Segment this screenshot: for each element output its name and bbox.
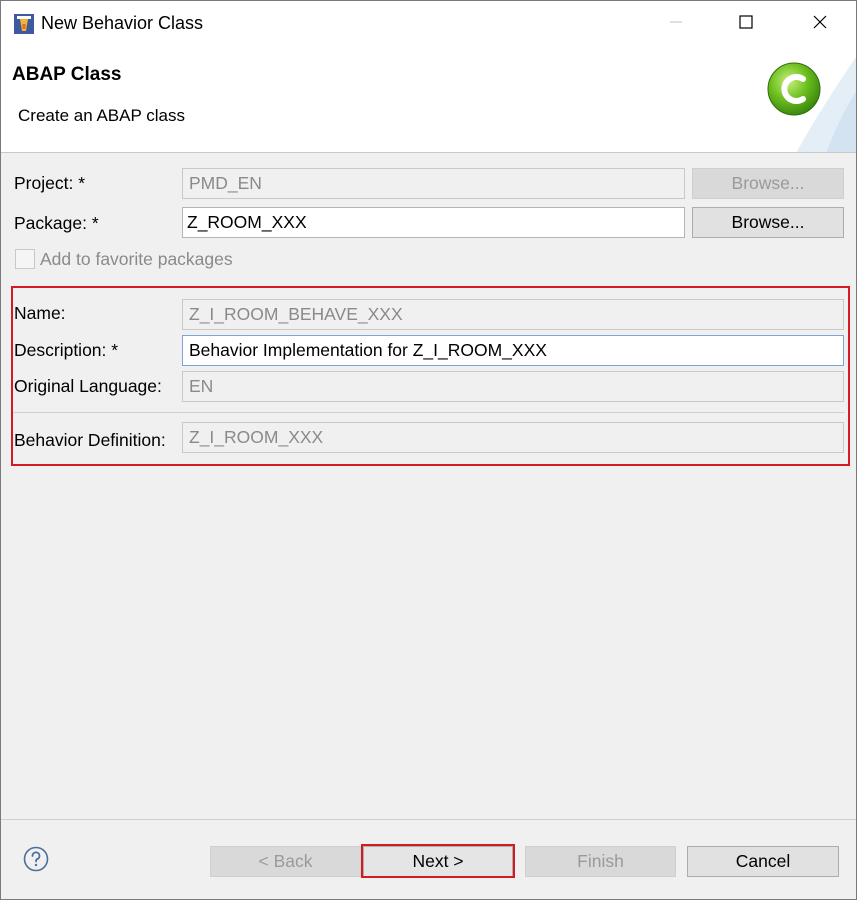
- project-label: Project: *: [14, 173, 85, 193]
- minimize-icon: [669, 15, 683, 34]
- eclipse-abap-icon: [13, 13, 35, 35]
- project-field: PMD_EN: [182, 168, 685, 199]
- package-label: Package: *: [14, 213, 99, 233]
- name-field: Z_I_ROOM_BEHAVE_XXX: [182, 299, 844, 330]
- title-bar: New Behavior Class: [1, 1, 856, 47]
- footer-separator: [1, 819, 856, 820]
- description-field[interactable]: Behavior Implementation for Z_I_ROOM_XXX: [182, 335, 844, 366]
- maximize-button[interactable]: [717, 1, 775, 47]
- dialog-window: New Behavior Class ABAP Class Create an …: [0, 0, 857, 900]
- favorite-packages-checkbox[interactable]: [15, 249, 35, 269]
- close-icon: [813, 15, 827, 34]
- finish-button[interactable]: Finish: [525, 846, 676, 877]
- original-language-field: EN: [182, 371, 844, 402]
- package-field[interactable]: Z_ROOM_XXX: [182, 207, 685, 238]
- cancel-button[interactable]: Cancel: [687, 846, 839, 877]
- project-browse-button[interactable]: Browse...: [692, 168, 844, 199]
- description-label: Description: *: [14, 340, 119, 360]
- close-button[interactable]: [791, 1, 849, 47]
- behavior-definition-label: Behavior Definition:: [14, 430, 166, 450]
- original-language-label: Original Language:: [14, 376, 162, 396]
- next-button-highlight: [361, 844, 515, 878]
- behavior-definition-field: Z_I_ROOM_XXX: [182, 422, 844, 453]
- page-title: ABAP Class: [12, 64, 122, 85]
- window-title: New Behavior Class: [41, 13, 204, 33]
- back-button[interactable]: < Back: [210, 846, 361, 877]
- package-browse-button[interactable]: Browse...: [692, 207, 844, 238]
- maximize-icon: [739, 14, 753, 34]
- abap-class-icon: [765, 60, 823, 118]
- minimize-button[interactable]: [647, 1, 705, 47]
- page-subtitle: Create an ABAP class: [18, 106, 185, 125]
- help-icon[interactable]: [23, 846, 49, 872]
- group-separator: [13, 412, 845, 413]
- name-label: Name:: [14, 303, 66, 323]
- wizard-banner: ABAP Class Create an ABAP class: [1, 47, 856, 153]
- favorite-packages-label: Add to favorite packages: [40, 249, 233, 269]
